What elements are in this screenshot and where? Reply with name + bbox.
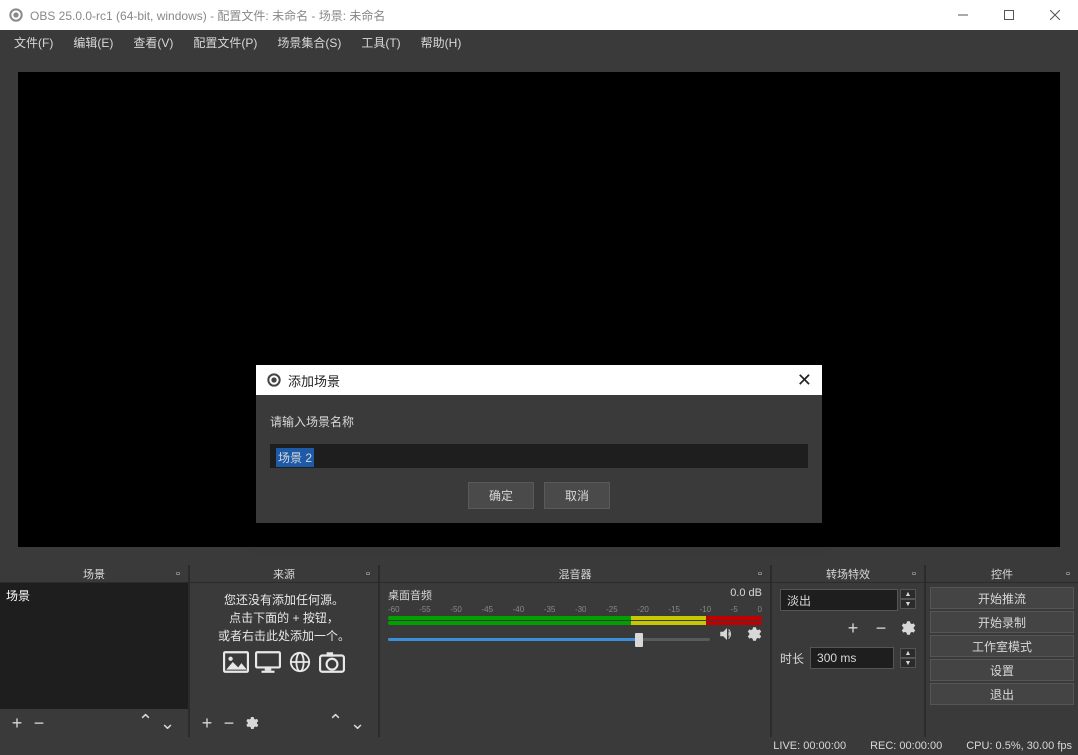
move-scene-down-button[interactable]: ⌄	[160, 713, 182, 735]
dock-float-icon[interactable]: ▫	[172, 568, 184, 580]
sources-list[interactable]: 您还没有添加任何源。 点击下面的 + 按钮， 或者右击此处添加一个。	[190, 583, 378, 709]
duration-input[interactable]: 300 ms	[810, 647, 894, 669]
obs-logo-icon	[266, 372, 282, 388]
speaker-icon[interactable]	[718, 625, 736, 643]
start-record-button[interactable]: 开始录制	[930, 611, 1074, 633]
sources-empty-line: 点击下面的 + 按钮，	[200, 609, 368, 627]
globe-icon	[287, 651, 313, 673]
window-title: OBS 25.0.0-rc1 (64-bit, windows) - 配置文件:…	[30, 7, 940, 24]
transition-up-icon[interactable]: ▲	[900, 589, 916, 599]
sources-dock: 来源 ▫ 您还没有添加任何源。 点击下面的 + 按钮， 或者右击此处添加一个。 …	[190, 565, 378, 737]
scenes-title: 场景	[83, 566, 105, 582]
sources-empty-line: 您还没有添加任何源。	[200, 591, 368, 609]
dialog-titlebar[interactable]: 添加场景 ✕	[256, 365, 822, 395]
add-scene-dialog: 添加场景 ✕ 请输入场景名称 场景 2 确定 取消	[256, 365, 822, 523]
dialog-close-button[interactable]: ✕	[797, 370, 812, 391]
mixer-dock: 混音器 ▫ 桌面音频 0.0 dB -60-55-50-45-40-35-30-…	[380, 565, 770, 737]
scenes-dock: 场景 ▫ 场景 + − ⌃ ⌄	[0, 565, 188, 737]
duration-label: 时长	[780, 650, 804, 667]
menubar: 文件(F) 编辑(E) 查看(V) 配置文件(P) 场景集合(S) 工具(T) …	[0, 30, 1078, 54]
dock-float-icon[interactable]: ▫	[908, 568, 920, 580]
menu-help[interactable]: 帮助(H)	[411, 30, 472, 55]
menu-tools[interactable]: 工具(T)	[351, 30, 410, 55]
menu-profile[interactable]: 配置文件(P)	[183, 30, 267, 55]
mixer-track-name: 桌面音频	[388, 587, 432, 603]
status-rec: REC: 00:00:00	[870, 740, 942, 752]
docks-row: 场景 ▫ 场景 + − ⌃ ⌄ 来源 ▫ 您还没有添加任何源。 点击下面的 + …	[0, 565, 1078, 737]
transitions-dock: 转场特效 ▫ 淡出 ▲▼ + − 时长 300 ms ▲▼	[772, 565, 924, 737]
ok-button[interactable]: 确定	[468, 482, 534, 509]
dock-float-icon[interactable]: ▫	[1062, 568, 1074, 580]
move-source-down-button[interactable]: ⌄	[350, 713, 372, 735]
add-source-button[interactable]: +	[196, 712, 218, 734]
camera-icon	[319, 651, 345, 673]
obs-logo-icon	[8, 7, 24, 23]
duration-up-button[interactable]: ▲	[900, 648, 916, 658]
menu-view[interactable]: 查看(V)	[123, 30, 183, 55]
gear-icon[interactable]	[744, 625, 762, 643]
remove-transition-button[interactable]: −	[870, 617, 892, 639]
menu-scene-collection[interactable]: 场景集合(S)	[267, 30, 351, 55]
settings-button[interactable]: 设置	[930, 659, 1074, 681]
scene-name-input[interactable]: 场景 2	[270, 444, 808, 468]
dialog-title: 添加场景	[288, 371, 340, 390]
transition-down-icon[interactable]: ▼	[900, 599, 916, 609]
move-scene-up-button[interactable]: ⌃	[138, 711, 160, 733]
preview-area: 添加场景 ✕ 请输入场景名称 场景 2 确定 取消	[0, 54, 1078, 565]
maximize-button[interactable]	[986, 0, 1032, 30]
exit-button[interactable]: 退出	[930, 683, 1074, 705]
menu-file[interactable]: 文件(F)	[4, 30, 63, 55]
image-icon	[223, 651, 249, 673]
scene-item[interactable]: 场景	[0, 583, 188, 608]
source-settings-button[interactable]	[240, 712, 262, 734]
audio-meter	[388, 616, 762, 620]
scenes-list[interactable]: 场景	[0, 583, 188, 709]
transitions-title: 转场特效	[826, 566, 870, 582]
minimize-button[interactable]	[940, 0, 986, 30]
dialog-label: 请输入场景名称	[270, 413, 808, 430]
controls-dock: 控件 ▫ 开始推流 开始录制 工作室模式 设置 退出	[926, 565, 1078, 737]
studio-mode-button[interactable]: 工作室模式	[930, 635, 1074, 657]
remove-scene-button[interactable]: −	[28, 712, 50, 734]
dock-float-icon[interactable]: ▫	[362, 568, 374, 580]
sources-empty-line: 或者右击此处添加一个。	[200, 627, 368, 645]
status-live: LIVE: 00:00:00	[773, 740, 846, 752]
menu-edit[interactable]: 编辑(E)	[63, 30, 123, 55]
scene-name-value: 场景 2	[276, 448, 314, 467]
cancel-button[interactable]: 取消	[544, 482, 610, 509]
sources-title: 来源	[273, 566, 295, 582]
status-cpu: CPU: 0.5%, 30.00 fps	[966, 740, 1072, 752]
volume-slider[interactable]	[388, 638, 710, 641]
start-stream-button[interactable]: 开始推流	[930, 587, 1074, 609]
add-transition-button[interactable]: +	[842, 617, 864, 639]
gear-icon[interactable]	[898, 619, 916, 637]
mixer-title: 混音器	[559, 566, 592, 582]
statusbar: LIVE: 00:00:00 REC: 00:00:00 CPU: 0.5%, …	[0, 737, 1078, 755]
monitor-icon	[255, 651, 281, 673]
dock-float-icon[interactable]: ▫	[754, 568, 766, 580]
transition-select[interactable]: 淡出	[780, 589, 898, 611]
add-scene-button[interactable]: +	[6, 712, 28, 734]
mixer-scale: -60-55-50-45-40-35-30-25-20-15-10-50	[388, 605, 762, 614]
duration-down-button[interactable]: ▼	[900, 658, 916, 668]
controls-title: 控件	[991, 566, 1013, 582]
mixer-db-value: 0.0 dB	[730, 587, 762, 603]
titlebar: OBS 25.0.0-rc1 (64-bit, windows) - 配置文件:…	[0, 0, 1078, 30]
remove-source-button[interactable]: −	[218, 712, 240, 734]
move-source-up-button[interactable]: ⌃	[328, 711, 350, 733]
close-button[interactable]	[1032, 0, 1078, 30]
